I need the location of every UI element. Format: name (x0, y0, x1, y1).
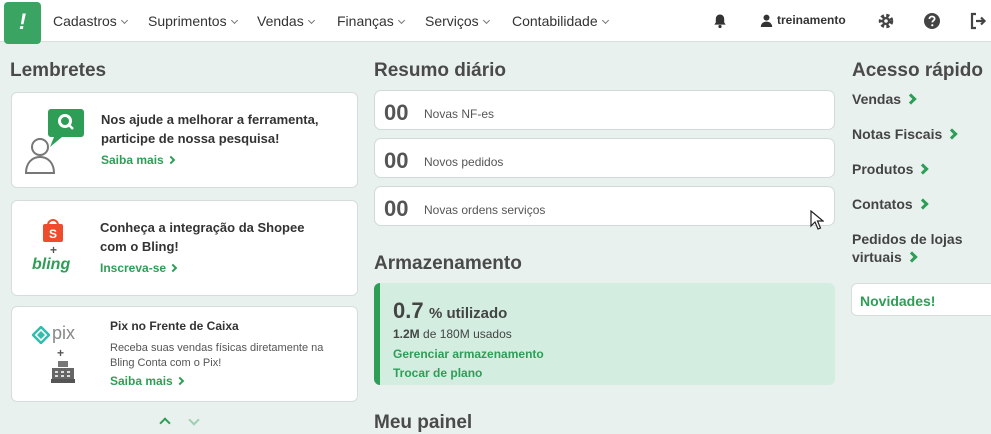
gear-icon[interactable] (877, 12, 895, 30)
nav-label: Suprimentos (148, 13, 227, 29)
user-menu[interactable]: treinamento (760, 13, 846, 27)
pix-link[interactable]: Saiba mais (110, 374, 184, 388)
help-icon[interactable] (923, 12, 941, 30)
quick-link-notas-fiscais[interactable]: Notas Fiscais (852, 125, 958, 143)
summary-card-pedidos[interactable]: 00 Novos pedidos (374, 138, 835, 178)
survey-icon (24, 109, 84, 174)
quick-link-pedidos-lojas[interactable]: Pedidos de lojas virtuais (852, 230, 982, 266)
chevron-down-icon (230, 16, 238, 25)
nav-servicos[interactable]: Serviços (425, 13, 490, 29)
user-name: treinamento (777, 13, 846, 27)
pix-logo-icon (32, 326, 50, 344)
summary-value: 00 (384, 196, 409, 221)
link-label: Saiba mais (110, 374, 173, 388)
nav-financas[interactable]: Finanças (337, 13, 405, 29)
plus-icon: + (50, 243, 58, 257)
storage-used: 1.2M de 180M usados (393, 327, 512, 341)
storage-used-label: de 180M usados (423, 327, 512, 341)
summary-card-nfes[interactable]: 00 Novas NF-es (374, 90, 835, 130)
quick-link-contatos[interactable]: Contatos (852, 195, 929, 213)
bling-logo[interactable]: ! (4, 2, 41, 44)
carousel-up-icon[interactable] (159, 417, 171, 429)
nav-vendas[interactable]: Vendas (257, 13, 315, 29)
nav-label: Serviços (425, 13, 479, 29)
nav-label: Vendas (257, 13, 304, 29)
nav-contabilidade[interactable]: Contabilidade (512, 13, 609, 29)
reminder-card-pix: pix + Pix no Frente de Caixa Receba suas… (11, 306, 358, 402)
plus-icon: + (57, 346, 65, 360)
shopee-signup-link[interactable]: Inscreva-se (100, 261, 178, 275)
reminders-heading: Lembretes (10, 60, 107, 81)
change-plan-link[interactable]: Trocar de plano (393, 366, 482, 380)
storage-used-value: 1.2M (393, 327, 420, 341)
nav-suprimentos[interactable]: Suprimentos (148, 13, 238, 29)
chevron-right-icon (906, 251, 918, 263)
chevron-down-icon (482, 16, 490, 25)
chevron-right-icon (175, 376, 184, 386)
novidades-tab[interactable]: Novidades! (851, 283, 991, 316)
logout-icon[interactable] (969, 12, 987, 30)
top-navbar: ! Cadastros Suprimentos Vendas Finanças … (0, 0, 991, 44)
summary-label: Novas ordens serviços (424, 203, 546, 217)
reminder-text: Receba suas vendas físicas diretamente n… (110, 342, 324, 369)
quick-link-produtos[interactable]: Produtos (852, 160, 930, 178)
quick-link-label: Contatos (852, 196, 913, 212)
summary-value: 00 (384, 148, 409, 173)
chevron-right-icon (946, 128, 958, 140)
quick-link-label: Vendas (852, 91, 902, 107)
storage-percent: 0.7 (393, 298, 424, 323)
shopee-bag-icon: S (43, 219, 63, 242)
nav-label: Contabilidade (512, 13, 598, 29)
carousel-down-icon[interactable] (188, 414, 200, 426)
storage-percent-label: % utilizado (429, 305, 508, 322)
survey-link[interactable]: Saiba mais (101, 153, 175, 167)
chevron-right-icon (905, 93, 917, 105)
summary-value: 00 (384, 100, 409, 125)
panel-heading: Meu painel (374, 412, 473, 433)
bell-icon[interactable] (712, 13, 728, 29)
storage-card: 0.7 % utilizado 1.2M de 180M usados Gere… (374, 283, 835, 385)
quick-access-heading: Acesso rápido (852, 60, 983, 81)
chevron-right-icon (166, 155, 175, 165)
cash-register-icon (51, 361, 75, 383)
chevron-right-icon (917, 198, 929, 210)
quick-link-label: Produtos (852, 161, 914, 177)
link-label: Inscreva-se (100, 261, 167, 275)
reminder-card-shopee: S + bling Conheça a integração da Shopee… (11, 200, 358, 296)
summary-heading: Resumo diário (374, 60, 506, 81)
quick-link-vendas[interactable]: Vendas (852, 90, 917, 108)
nav-label: Finanças (337, 13, 394, 29)
bling-logo: bling (32, 256, 71, 273)
nav-cadastros[interactable]: Cadastros (53, 13, 128, 29)
reminder-title: Conheça a integração da Shopee com o Bli… (100, 220, 305, 254)
reminder-title: Nos ajude a melhorar a ferramenta, parti… (101, 112, 319, 146)
nav-label: Cadastros (53, 13, 117, 29)
summary-label: Novos pedidos (424, 155, 504, 169)
chevron-down-icon (307, 16, 315, 25)
reminder-title: Pix no Frente de Caixa (110, 319, 239, 333)
chevron-right-icon (917, 163, 930, 175)
chevron-right-icon (168, 263, 178, 273)
link-label: Saiba mais (101, 153, 164, 167)
summary-card-ordens[interactable]: 00 Novas ordens serviços (374, 186, 835, 226)
summary-label: Novas NF-es (424, 107, 495, 121)
user-icon (760, 14, 773, 27)
quick-link-label: Notas Fiscais (852, 126, 943, 142)
chevron-down-icon (601, 16, 609, 25)
chevron-down-icon (120, 16, 128, 25)
pix-text: pix (52, 323, 76, 343)
quick-link-label: Pedidos de lojas virtuais (852, 231, 963, 265)
reminder-card-survey: Nos ajude a melhorar a ferramenta, parti… (11, 92, 358, 188)
manage-storage-link[interactable]: Gerenciar armazenamento (393, 347, 544, 361)
svg-text:S: S (49, 227, 57, 241)
chevron-down-icon (397, 16, 405, 25)
mouse-cursor-icon (810, 210, 824, 230)
storage-heading: Armazenamento (374, 253, 522, 274)
